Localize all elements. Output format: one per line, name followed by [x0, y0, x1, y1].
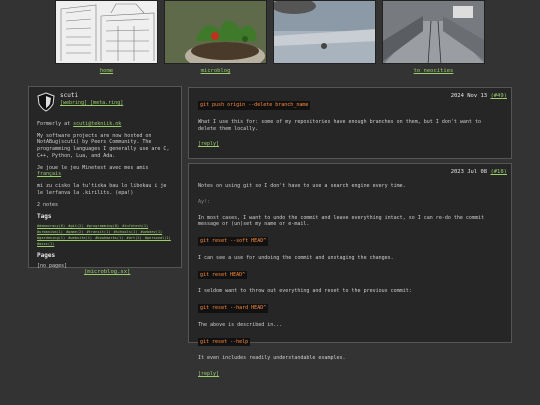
- formerly-line: Formerly at scuti@tekniik.nk: [37, 121, 173, 128]
- code-snippet: git reset --help: [198, 337, 251, 347]
- minetest-text: Je joue le jeu Minetest avec mes amis: [37, 164, 149, 171]
- code-snippet: git reset --hard HEAD^: [198, 304, 269, 313]
- nav-home-link[interactable]: home: [55, 68, 158, 75]
- profile-links[interactable]: [webring] [meta.ring]: [60, 100, 123, 107]
- note-paragraph: The above is described in...: [198, 321, 283, 328]
- profile-header: scuti [webring] [meta.ring]: [37, 92, 173, 115]
- microblog-banner-image[interactable]: [164, 0, 267, 64]
- profile-sidebar: scuti [webring] [meta.ring] Formerly at …: [28, 86, 182, 269]
- note-id-link[interactable]: (#49): [490, 93, 507, 99]
- note-meta: Ay!:: [198, 198, 211, 205]
- formerly-link[interactable]: scuti@tekniik.nk: [73, 121, 121, 127]
- note-card: 2023 Jul 08 (#18) Notes on using git so …: [188, 163, 512, 377]
- minetest-line: Je joue le jeu Minetest avec mes amis fr…: [37, 165, 173, 179]
- formerly-text: Formerly at: [37, 120, 71, 127]
- note-date: 2024 Nov 13 (#49): [451, 93, 507, 100]
- reply-link[interactable]: [reply]: [198, 371, 219, 377]
- tag-list[interactable]: #democracy(6) #git(2) #programming(8) #i…: [37, 224, 173, 247]
- pages-heading: Pages: [37, 252, 56, 260]
- profile-name: scuti: [60, 92, 79, 99]
- shield-avatar-icon: [37, 92, 55, 115]
- projects-text: My software projects are now hosted on N…: [37, 132, 170, 159]
- neocities-banner-image[interactable]: [382, 0, 485, 64]
- note-intro: Notes on using git so I don't have to us…: [198, 183, 406, 189]
- notes-count: 2 notes: [37, 201, 59, 208]
- tags-heading: Tags: [37, 213, 52, 221]
- note-paragraph: I can see a use for undoing the commit a…: [198, 254, 394, 261]
- code-snippet: git push origin --delete branch_name: [198, 101, 311, 110]
- reply-link[interactable]: [reply]: [198, 141, 219, 147]
- note-date: 2023 Jul 08 (#18): [451, 169, 507, 176]
- tokipona-text: mi zu cisko la tu'tiska bau lo libokau i…: [37, 183, 167, 196]
- note-paragraph: It even includes readily understandable …: [198, 355, 346, 362]
- nav-neocities-link[interactable]: to neocities: [382, 68, 485, 75]
- note-paragraph: In most cases, I want to undo the commit…: [198, 214, 484, 228]
- note-date-text: 2023 Jul 08: [450, 169, 488, 175]
- note-paragraph: I seldom want to throw out everything an…: [198, 288, 412, 295]
- microblog-footer-link[interactable]: [microblog.sx]: [84, 269, 130, 276]
- note-card: 2024 Nov 13 (#49) git push origin --dele…: [188, 87, 512, 159]
- code-snippet: git reset --soft HEAD^: [198, 237, 269, 246]
- nav-microblog-link[interactable]: microblog: [164, 68, 267, 75]
- note-body: What I use this for: some of my reposito…: [198, 118, 481, 132]
- photo-banner-image: [273, 0, 376, 64]
- note-date-text: 2024 Nov 13: [450, 93, 488, 99]
- code-snippet: git reset HEAD^: [198, 270, 248, 280]
- minetest-link[interactable]: français: [37, 171, 61, 177]
- note-id-link[interactable]: (#18): [490, 169, 507, 175]
- home-banner-image[interactable]: [55, 0, 158, 64]
